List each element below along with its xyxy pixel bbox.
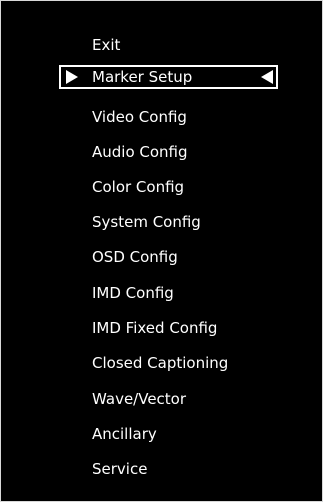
menu-item-wave-vector[interactable]: Wave/Vector [92, 387, 186, 411]
menu-item-imd-fixed-config[interactable]: IMD Fixed Config [92, 316, 217, 340]
menu-item-exit[interactable]: Exit [92, 33, 120, 57]
triangle-left-icon [260, 70, 274, 84]
menu-item-marker-setup[interactable]: Marker Setup [59, 65, 278, 89]
menu-item-osd-config[interactable]: OSD Config [92, 245, 178, 269]
menu-item-label: Marker Setup [92, 68, 193, 86]
menu-item-closed-captioning[interactable]: Closed Captioning [92, 351, 228, 375]
menu-item-imd-config[interactable]: IMD Config [92, 281, 174, 305]
menu-item-ancillary[interactable]: Ancillary [92, 422, 157, 446]
osd-menu-panel: Exit Marker Setup Video Config Audio Con… [0, 0, 323, 502]
menu-item-video-config[interactable]: Video Config [92, 105, 187, 129]
menu-item-audio-config[interactable]: Audio Config [92, 140, 188, 164]
triangle-right-icon [65, 70, 79, 84]
menu-item-service[interactable]: Service [92, 457, 147, 481]
menu-item-system-config[interactable]: System Config [92, 210, 201, 234]
menu-item-color-config[interactable]: Color Config [92, 175, 184, 199]
